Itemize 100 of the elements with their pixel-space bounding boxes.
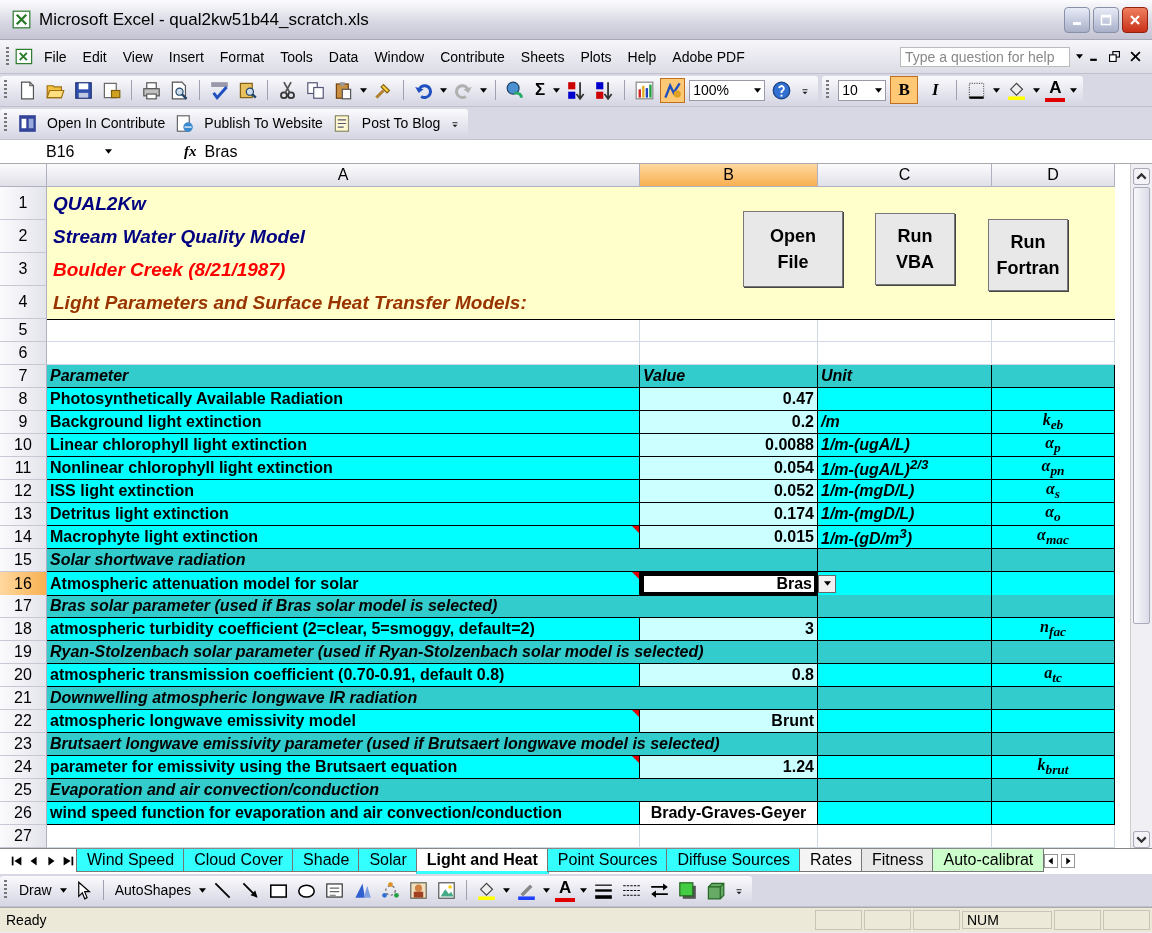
menu-item[interactable]: Insert: [160, 46, 212, 67]
table-cell[interactable]: 0.052: [640, 480, 818, 504]
caret-icon[interactable]: [502, 887, 510, 893]
sheet-tab[interactable]: Cloud Cover: [183, 849, 295, 872]
menu-item[interactable]: Format: [211, 46, 273, 67]
scroll-left-icon[interactable]: [1044, 853, 1059, 869]
row-header[interactable]: 25: [0, 779, 47, 802]
scroll-up-icon[interactable]: [1133, 168, 1150, 185]
column-header[interactable]: B: [640, 164, 818, 187]
formula-field[interactable]: Bras: [200, 142, 238, 161]
table-cell[interactable]: 0.054: [640, 457, 818, 481]
sheet-tab[interactable]: Rates: [799, 849, 863, 872]
row-header[interactable]: 16: [0, 572, 47, 596]
row-header[interactable]: 26: [0, 802, 47, 825]
row-header[interactable]: 4: [0, 286, 47, 319]
menu-item[interactable]: Sheets: [512, 46, 573, 67]
sheet-tab[interactable]: Fitness: [860, 849, 935, 872]
row-header[interactable]: 22: [0, 710, 47, 733]
menu-item[interactable]: Contribute: [432, 46, 513, 67]
caret-icon[interactable]: [480, 87, 487, 93]
dropdown-button[interactable]: [818, 574, 836, 593]
font-color-button[interactable]: A: [1045, 78, 1066, 102]
macro-button[interactable]: Run VBA: [875, 213, 955, 285]
caret-icon[interactable]: [1033, 87, 1041, 93]
caret-icon[interactable]: [1076, 54, 1083, 59]
row-header[interactable]: 27: [0, 825, 47, 848]
caret-icon[interactable]: [875, 87, 883, 93]
row-header[interactable]: 9: [0, 411, 47, 435]
caret-icon[interactable]: [440, 87, 447, 93]
row-header[interactable]: 23: [0, 733, 47, 756]
table-cell[interactable]: Bras: [640, 572, 818, 596]
column-header[interactable]: A: [47, 164, 640, 187]
sheet-tab[interactable]: Diffuse Sources: [666, 849, 802, 872]
column-header[interactable]: C: [818, 164, 992, 187]
row-header[interactable]: 18: [0, 618, 47, 642]
caret-icon[interactable]: [553, 87, 561, 93]
vertical-scrollbar[interactable]: [1130, 164, 1152, 848]
caret-icon[interactable]: [360, 87, 367, 93]
row-header[interactable]: 12: [0, 480, 47, 504]
row-header[interactable]: 19: [0, 641, 47, 664]
macro-button[interactable]: Run Fortran: [988, 219, 1068, 291]
column-header[interactable]: D: [992, 164, 1115, 187]
caret-icon[interactable]: [105, 149, 112, 154]
row-header[interactable]: 17: [0, 595, 47, 618]
name-box[interactable]: B16: [0, 140, 120, 163]
macro-button[interactable]: Open File: [743, 211, 843, 287]
toolbar-button[interactable]: Publish To Website: [201, 114, 326, 132]
sheet-tab[interactable]: Light and Heat: [415, 849, 549, 874]
font-size-dropdown[interactable]: 10: [838, 79, 887, 101]
table-cell[interactable]: Brunt: [640, 710, 818, 733]
table-cell[interactable]: 0.8: [640, 664, 818, 688]
row-header[interactable]: 11: [0, 457, 47, 481]
row-header[interactable]: 8: [0, 388, 47, 411]
row-header[interactable]: 7: [0, 365, 47, 388]
table-cell[interactable]: 0.174: [640, 503, 818, 527]
help-search-field[interactable]: Type a question for help: [900, 46, 1070, 67]
menu-item[interactable]: Plots: [572, 46, 620, 67]
toolbar-button[interactable]: Open In Contribute: [44, 114, 169, 132]
restore-icon[interactable]: [1109, 51, 1120, 62]
close-icon[interactable]: [1130, 51, 1141, 62]
sheet-tab[interactable]: Auto-calibrat: [932, 849, 1045, 872]
row-header[interactable]: 21: [0, 687, 47, 710]
sheet-tab[interactable]: Wind Speed: [76, 849, 186, 872]
scroll-right-icon[interactable]: [1061, 853, 1076, 869]
row-header[interactable]: 13: [0, 503, 47, 527]
row-header[interactable]: 15: [0, 549, 47, 572]
sheet-tab[interactable]: Point Sources: [546, 849, 669, 872]
caret-icon[interactable]: [993, 87, 1001, 93]
menu-item[interactable]: Help: [619, 46, 665, 67]
close-button[interactable]: [1122, 6, 1148, 33]
autosum-button[interactable]: Σ: [532, 79, 549, 101]
row-header[interactable]: 10: [0, 434, 47, 458]
menu-item[interactable]: View: [114, 46, 161, 67]
row-header[interactable]: 20: [0, 664, 47, 688]
row-header[interactable]: 6: [0, 342, 47, 365]
menu-item[interactable]: Adobe PDF: [664, 46, 753, 67]
menu-item[interactable]: Tools: [272, 46, 321, 67]
table-cell[interactable]: 0.0088: [640, 434, 818, 458]
autoshapes-menu-button[interactable]: AutoShapes: [111, 881, 194, 899]
row-header[interactable]: 5: [0, 319, 47, 342]
menu-item[interactable]: Edit: [74, 46, 115, 67]
caret-icon[interactable]: [198, 887, 206, 893]
row-header[interactable]: 1: [0, 187, 47, 220]
scroll-down-icon[interactable]: [1133, 831, 1150, 848]
caret-icon[interactable]: [542, 887, 550, 893]
row-header[interactable]: 24: [0, 756, 47, 780]
table-cell[interactable]: 0.015: [640, 526, 818, 550]
table-cell[interactable]: 3: [640, 618, 818, 642]
row-header[interactable]: 3: [0, 253, 47, 286]
caret-icon[interactable]: [1070, 87, 1078, 93]
insert-function-button[interactable]: fx: [180, 143, 201, 160]
font-color-button[interactable]: A: [554, 878, 576, 902]
italic-button[interactable]: I: [922, 77, 949, 103]
caret-icon[interactable]: [754, 87, 762, 93]
scrollbar-thumb[interactable]: [1133, 187, 1150, 624]
sheet-tab[interactable]: Solar: [358, 849, 418, 872]
bold-button[interactable]: B: [891, 77, 918, 103]
table-cell[interactable]: 1.24: [640, 756, 818, 780]
menu-item[interactable]: Data: [320, 46, 367, 67]
sheet-tab[interactable]: Shade: [292, 849, 361, 872]
